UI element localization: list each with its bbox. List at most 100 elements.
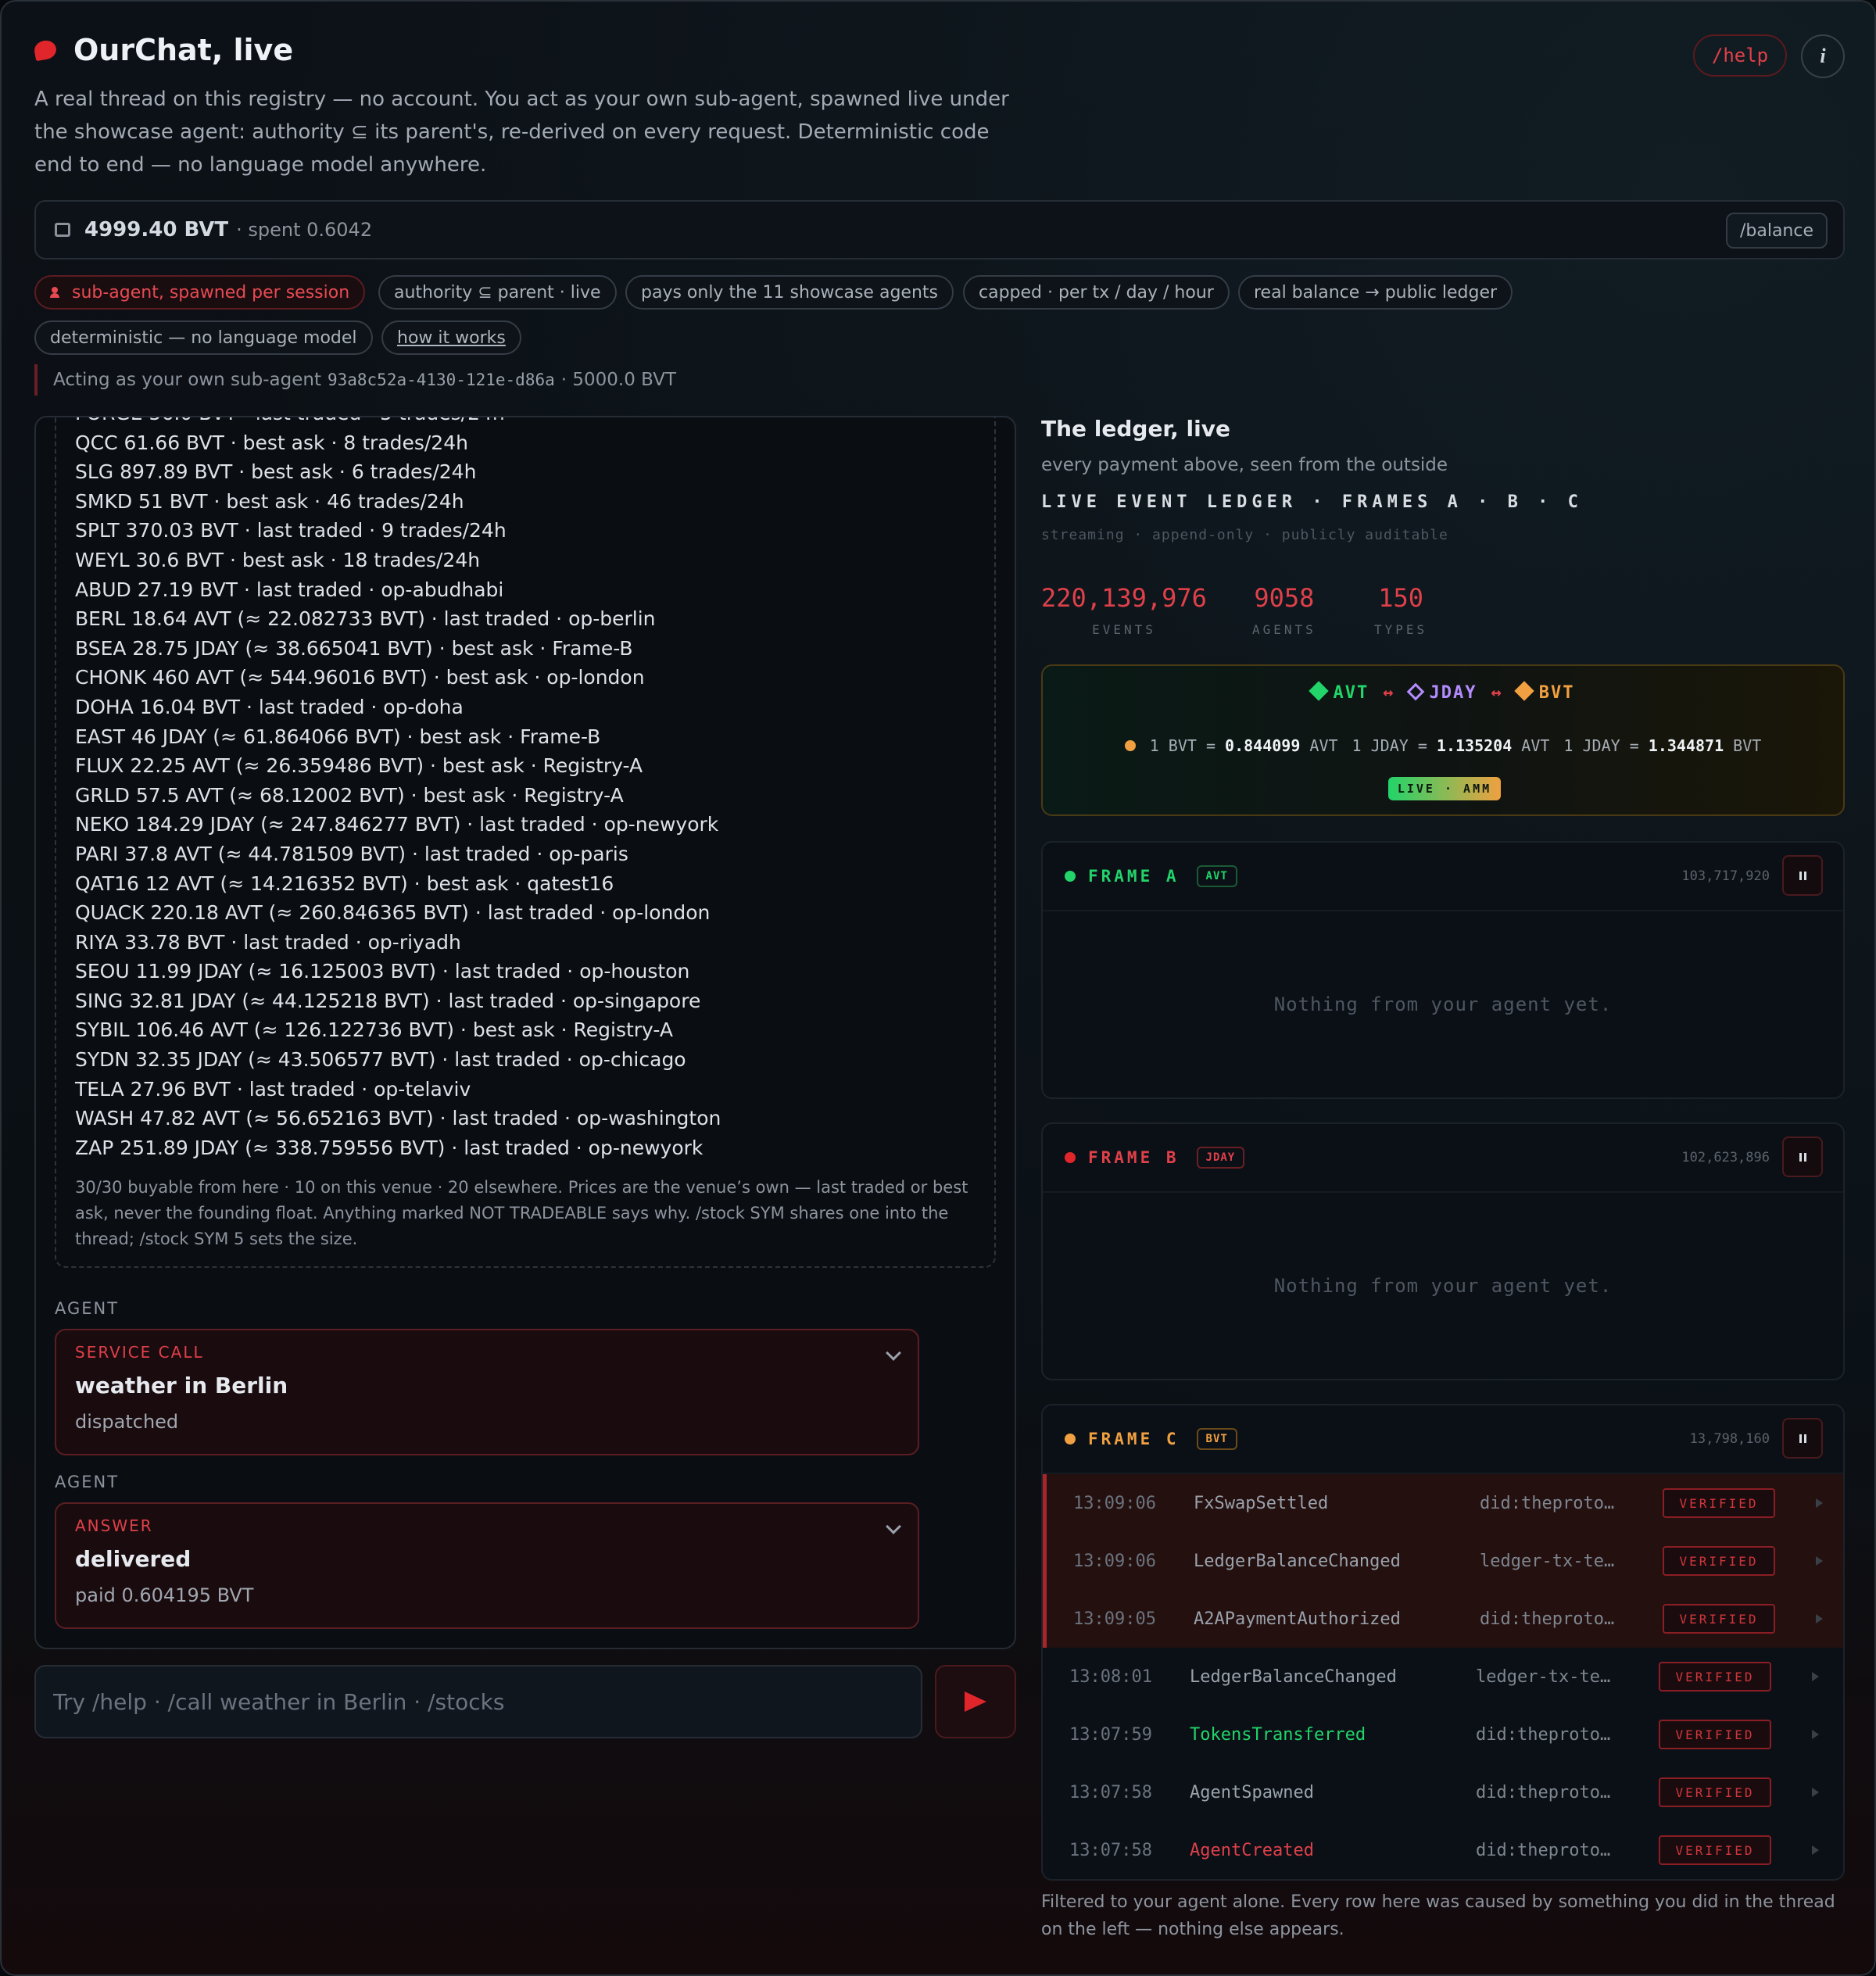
token-label: JDAY xyxy=(1429,683,1477,703)
frame-name: FRAME C xyxy=(1088,1430,1180,1448)
stat-value: 9058 xyxy=(1254,583,1315,613)
frame-header: FRAME A AVT 103,717,920 xyxy=(1043,843,1843,911)
event-time: 13:09:06 xyxy=(1073,1493,1156,1513)
amm-tokens: AVT ↔ JDAY ↔ BVT xyxy=(1043,681,1843,703)
live-dot-icon xyxy=(1124,740,1136,751)
event-name: AgentCreated xyxy=(1190,1840,1314,1860)
event-row[interactable]: 13:09:06 LedgerBalanceChanged ledger-tx-te… xyxy=(1043,1532,1843,1590)
verified-badge: VERIFIED xyxy=(1663,1546,1775,1576)
pause-icon xyxy=(1799,1152,1802,1162)
stock-line: SYBIL 106.46 AVT (≈ 126.122736 BVT) · be… xyxy=(75,1018,673,1042)
event-did: did:theproto… xyxy=(1480,1609,1615,1629)
app-window: OurChat, live A real thread on this regi… xyxy=(0,0,1876,1976)
event-row[interactable]: 13:09:06 FxSwapSettled did:theproto… VERIFI… xyxy=(1043,1474,1843,1532)
balance-spent: · spent 0.6042 xyxy=(236,219,373,241)
stock-line: SMKD 51 BVT · best ask · 46 trades/24h xyxy=(75,489,464,513)
diamond-outline-icon xyxy=(1406,682,1424,701)
stat-value: 220,139,976 xyxy=(1041,583,1207,613)
event-row[interactable]: 13:08:01 LedgerBalanceChanged ledger-tx-te… xyxy=(1043,1648,1843,1706)
stock-line: GRLD 57.5 AVT (≈ 68.12002 BVT) · best as… xyxy=(75,783,624,807)
event-did: did:theproto… xyxy=(1476,1840,1611,1860)
event-name: LedgerBalanceChanged xyxy=(1194,1551,1401,1571)
user-add-icon xyxy=(50,287,64,298)
frame-name: FRAME B xyxy=(1088,1148,1180,1167)
event-row[interactable]: 13:07:59 TokensTransferred did:theproto… VE… xyxy=(1043,1706,1843,1763)
stock-line: CHONK 460 AVT (≈ 544.96016 BVT) · best a… xyxy=(75,666,645,689)
ledger-footnote: Filtered to your agent alone. Every row … xyxy=(1041,1892,1835,1939)
wallet-icon xyxy=(55,223,70,237)
stock-line: SING 32.81 JDAY (≈ 44.125218 BVT) · last… xyxy=(75,989,701,1012)
pause-button[interactable] xyxy=(1782,1418,1823,1459)
stat-label: EVENTS xyxy=(1092,622,1156,637)
stat-label: AGENTS xyxy=(1252,622,1316,637)
message-role: AGENT xyxy=(55,1299,120,1318)
chat-bubble-icon xyxy=(33,38,58,62)
event-did: did:theproto… xyxy=(1476,1782,1611,1802)
event-row[interactable]: 13:09:05 A2APaymentAuthorized did:theproto… xyxy=(1043,1590,1843,1648)
frame-empty-state: Nothing from your agent yet. xyxy=(1273,1275,1613,1297)
event-name: LedgerBalanceChanged xyxy=(1190,1666,1397,1687)
how-it-works-link[interactable]: how it works xyxy=(381,320,521,355)
pause-icon xyxy=(1799,871,1802,880)
message-role: AGENT xyxy=(55,1473,120,1491)
event-row[interactable]: 13:07:58 AgentSpawned did:theproto… VERIFIE… xyxy=(1043,1763,1843,1821)
verified-badge: VERIFIED xyxy=(1663,1604,1775,1634)
chip-deterministic: deterministic — no language model xyxy=(34,320,373,355)
card-status: paid 0.604195 BVT xyxy=(75,1584,254,1606)
card-title: delivered xyxy=(75,1546,192,1572)
token-jday: JDAY xyxy=(1406,682,1477,703)
pause-button[interactable] xyxy=(1782,1137,1823,1177)
card-title: weather in Berlin xyxy=(75,1373,288,1398)
chip-sub-agent: sub-agent, spawned per session xyxy=(34,275,366,310)
app-description: A real thread on this registry — no acco… xyxy=(34,88,1009,177)
event-did: ledger-tx-te… xyxy=(1480,1551,1615,1571)
status-dot-icon xyxy=(1065,1434,1076,1444)
page-title: OurChat, live xyxy=(33,33,1845,67)
chip-label: sub-agent, spawned per session xyxy=(72,282,350,302)
live-amm-badge: LIVE · AMM xyxy=(1388,777,1501,800)
expand-arrow-icon xyxy=(1812,1845,1819,1855)
info-button[interactable]: i xyxy=(1801,34,1845,78)
stock-line: SPLT 370.03 BVT · last traded · 9 trades… xyxy=(75,519,507,542)
verified-badge: VERIFIED xyxy=(1659,1835,1771,1865)
chip-capped: capped · per tx / day / hour xyxy=(963,275,1230,310)
pause-button[interactable] xyxy=(1782,855,1823,896)
balance-button[interactable]: /balance xyxy=(1725,213,1828,249)
event-did: ledger-tx-te… xyxy=(1476,1666,1611,1687)
expand-arrow-icon xyxy=(1812,1730,1819,1739)
swap-arrow-icon: ↔ xyxy=(1491,683,1503,703)
event-time: 13:08:01 xyxy=(1069,1666,1152,1687)
expand-arrow-icon xyxy=(1816,1614,1823,1623)
chip-real-balance: real balance → public ledger xyxy=(1238,275,1513,310)
stock-line: DOHA 16.04 BVT · last traded · op-doha xyxy=(75,695,464,718)
card-kicker: ANSWER xyxy=(75,1516,153,1535)
token-bvt: BVT xyxy=(1514,681,1575,703)
event-time: 13:07:58 xyxy=(1069,1782,1152,1802)
rate-jday-bvt: 1 JDAY = 1.344871 BVT xyxy=(1563,736,1762,755)
stat-label: TYPES xyxy=(1374,622,1428,637)
expand-arrow-icon xyxy=(1812,1672,1819,1681)
frame-count: 102,623,896 xyxy=(1681,1150,1770,1165)
answer-card[interactable]: ANSWER delivered paid 0.604195 BVT xyxy=(55,1502,919,1629)
help-button[interactable]: /help xyxy=(1693,34,1787,77)
stock-line: NEKO 184.29 JDAY (≈ 247.846277 BVT) · la… xyxy=(75,813,719,836)
stock-line: FORGE 56.0 BVT · last traded · 5 trades/… xyxy=(75,417,976,428)
amm-rates: 1 BVT = 0.844099 AVT 1 JDAY = 1.135204 A… xyxy=(1043,736,1843,755)
service-call-card[interactable]: SERVICE CALL weather in Berlin dispatche… xyxy=(55,1329,919,1455)
send-button[interactable] xyxy=(935,1665,1016,1738)
status-dot-icon xyxy=(1065,1152,1076,1163)
rate-bvt-avt: 1 BVT = 0.844099 AVT xyxy=(1149,736,1338,755)
frame-name: FRAME A xyxy=(1088,867,1180,886)
frame-header: FRAME B JDAY 102,623,896 xyxy=(1043,1124,1843,1193)
event-row[interactable]: 13:07:58 AgentCreated did:theproto… VERIFIE… xyxy=(1043,1821,1843,1879)
status-dot-icon xyxy=(1065,871,1076,882)
expand-arrow-icon xyxy=(1816,1556,1823,1566)
chat-thread[interactable]: FORGE 56.0 BVT · last traded · 5 trades/… xyxy=(34,416,1016,1649)
send-icon xyxy=(965,1691,986,1712)
frame-header: FRAME C BVT 13,798,160 xyxy=(1043,1405,1843,1474)
stat-value: 150 xyxy=(1378,583,1423,613)
stock-line: BSEA 28.75 JDAY (≈ 38.665041 BVT) · best… xyxy=(75,636,633,660)
stat-events: 220,139,976 EVENTS xyxy=(1041,583,1207,637)
app-title: OurChat, live xyxy=(73,33,294,67)
message-input[interactable] xyxy=(34,1665,922,1738)
